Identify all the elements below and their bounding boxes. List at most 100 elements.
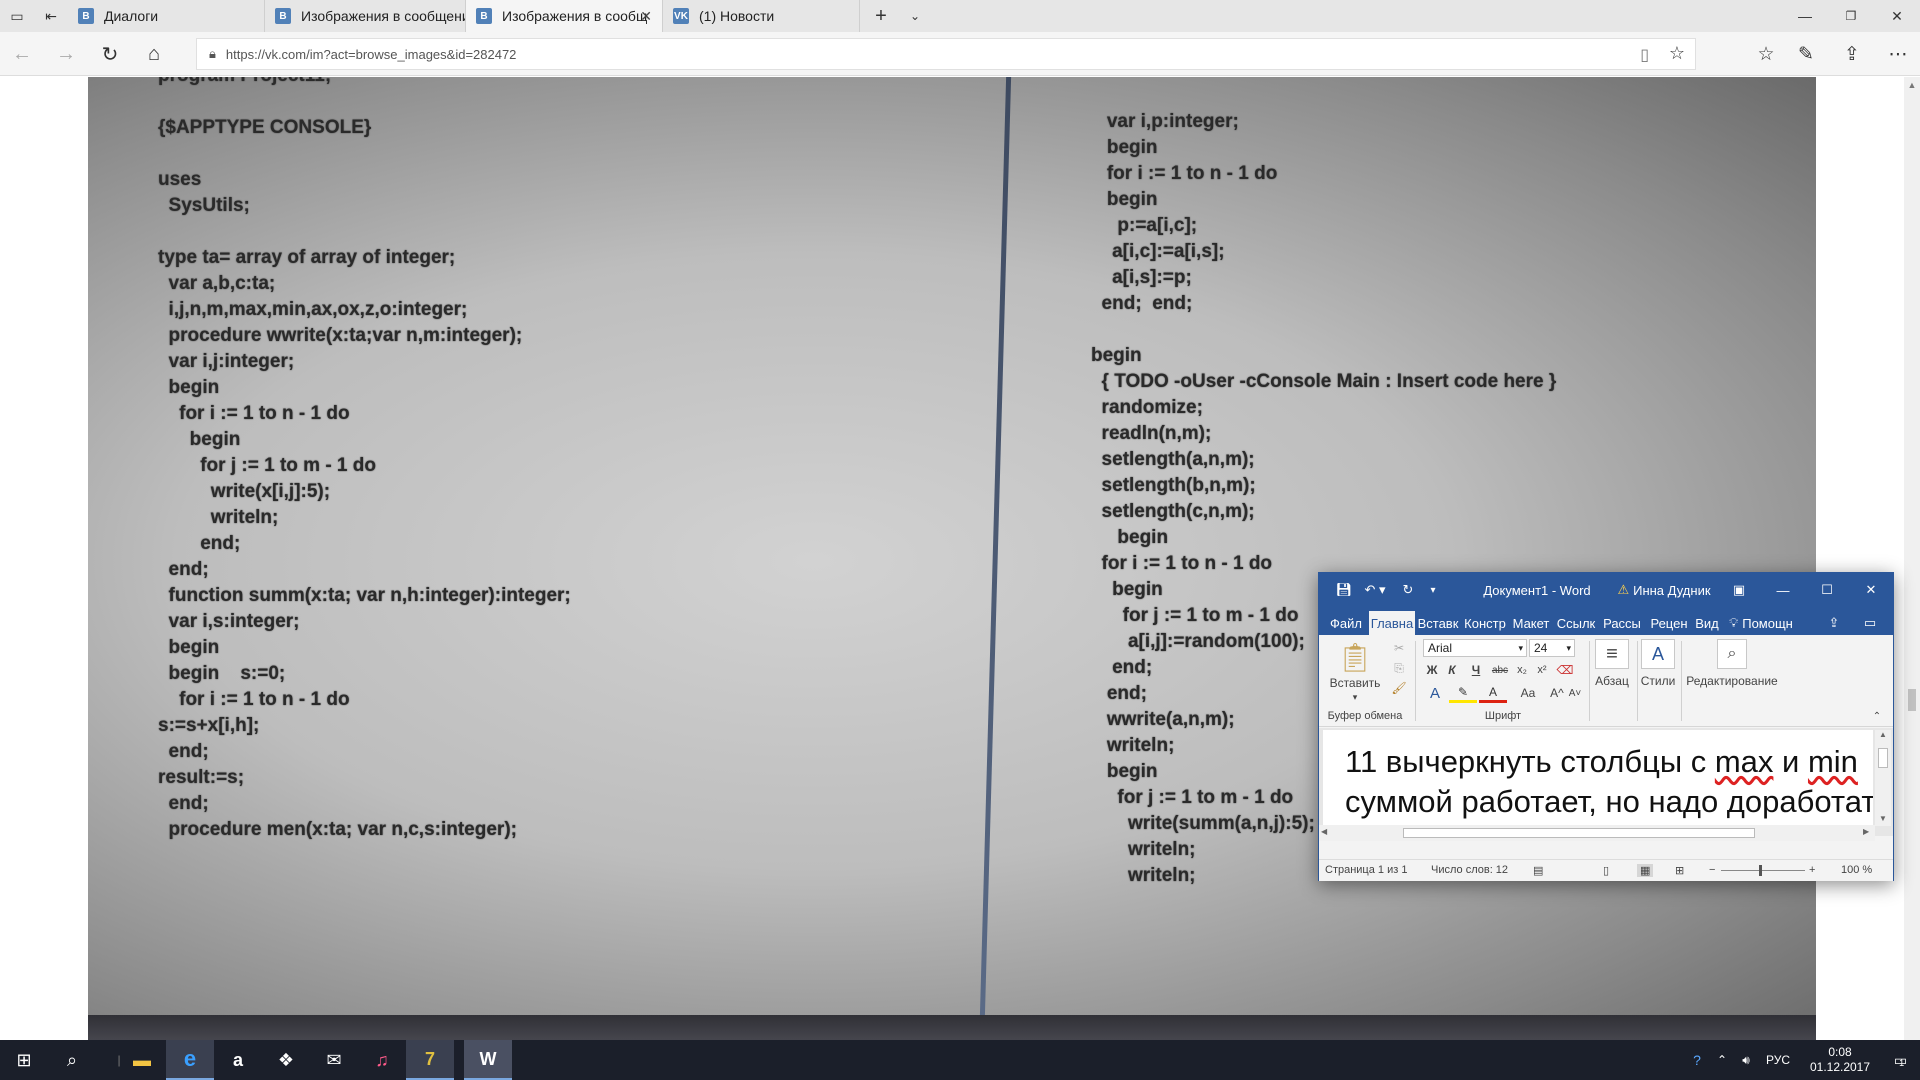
paragraph-button[interactable]: Абзац [1589, 673, 1635, 689]
redo-icon[interactable]: ↻ [1395, 573, 1421, 607]
zoom-out-icon[interactable]: − [1709, 864, 1715, 876]
styles-button[interactable]: Стили [1637, 673, 1679, 689]
input-language[interactable]: РУС [1760, 1040, 1796, 1080]
undo-icon[interactable]: ↶ ▾ [1359, 573, 1391, 607]
show-hidden-icons-chevron[interactable]: ⌃ [1712, 1040, 1732, 1080]
set-aside-tabs-icon[interactable]: ⇤ [34, 0, 68, 32]
font-size-select[interactable]: 24 ▾ [1529, 639, 1575, 657]
share-icon[interactable]: ⇪ [1830, 32, 1874, 76]
font-color-icon[interactable]: A [1479, 683, 1507, 703]
new-tab-icon[interactable]: + [864, 0, 898, 32]
scroll-thumb[interactable] [1908, 689, 1916, 711]
copy-icon[interactable]: ⎘ [1389, 659, 1409, 677]
collapse-ribbon-icon[interactable]: ⌃ [1869, 709, 1885, 723]
home-icon[interactable]: ⌂ [132, 32, 176, 76]
mail-icon[interactable]: ✉ [310, 1040, 358, 1080]
document-area[interactable]: 11 вычеркнуть столбцы с max и min суммой… [1319, 728, 1893, 841]
tab-list-chevron-icon[interactable]: ⌄ [898, 0, 932, 32]
favorite-star-icon[interactable]: ☆ [1669, 43, 1685, 64]
print-layout-icon[interactable]: ▦ [1637, 864, 1654, 877]
scroll-up-arrow-icon[interactable]: ▲ [1877, 730, 1889, 742]
scroll-left-arrow-icon[interactable]: ◀ [1321, 827, 1327, 836]
horizontal-scroll-thumb[interactable] [1403, 828, 1755, 838]
user-account[interactable]: ⚠ Инна Дудник [1611, 573, 1717, 607]
save-icon[interactable]: 💾︎ [1331, 573, 1357, 607]
font-name-select[interactable]: Arial ▾ [1423, 639, 1527, 657]
document-text[interactable]: 11 вычеркнуть столбцы с max и min суммой… [1345, 742, 1873, 822]
zoom-in-icon[interactable]: + [1809, 864, 1815, 876]
itunes-icon[interactable]: ♫ [358, 1040, 406, 1080]
delphi-icon[interactable]: 7 [406, 1040, 454, 1080]
tab-references[interactable]: Ссылк [1553, 611, 1599, 635]
scroll-thumb[interactable] [1878, 748, 1888, 768]
forward-arrow-icon[interactable]: → [44, 32, 88, 76]
editing-button[interactable]: Редактирование [1683, 673, 1781, 689]
minimize-icon[interactable]: — [1782, 0, 1828, 32]
scroll-up-arrow-icon[interactable]: ▲ [1904, 77, 1920, 93]
word-close-icon[interactable]: ✕ [1851, 573, 1891, 607]
proofing-icon[interactable]: ▤ [1533, 864, 1543, 877]
tab-view[interactable]: Вид [1693, 611, 1721, 635]
search-icon[interactable]: ⌕ [48, 1040, 96, 1080]
tab-images-active[interactable]: В Изображения в сообщ ✕ [466, 0, 663, 32]
paste-button[interactable]: Вставить [1323, 675, 1387, 691]
edge-browser-icon[interactable]: e [166, 1040, 214, 1080]
file-explorer-icon[interactable]: ▬ [118, 1040, 166, 1080]
tell-me-box[interactable]: 💡︎ Помощн [1723, 611, 1799, 635]
zoom-slider[interactable] [1721, 870, 1805, 871]
restore-icon[interactable]: ❐ [1828, 0, 1874, 32]
customize-qat-icon[interactable]: ▾ [1423, 573, 1443, 607]
document-horizontal-scrollbar[interactable]: ◀ ▶ [1319, 825, 1875, 841]
web-note-pen-icon[interactable]: ✎ [1784, 32, 1828, 76]
zoom-level[interactable]: 100 % [1841, 864, 1872, 876]
zoom-slider-thumb[interactable] [1759, 865, 1762, 876]
word-taskbar-icon[interactable]: W [464, 1040, 512, 1080]
strikethrough-button[interactable]: abc [1489, 661, 1511, 679]
tab-review[interactable]: Рецен [1645, 611, 1693, 635]
close-window-icon[interactable]: ✕ [1874, 0, 1920, 32]
bold-button[interactable]: Ж [1423, 661, 1441, 679]
page-scrollbar[interactable]: ▲ ▼ [1904, 77, 1920, 1055]
dropbox-icon[interactable]: ❖ [262, 1040, 310, 1080]
tab-design[interactable]: Констр [1461, 611, 1509, 635]
read-mode-icon[interactable]: ▯ [1603, 864, 1609, 877]
clock[interactable]: 0:08 01.12.2017 [1798, 1040, 1882, 1080]
favorites-hub-icon[interactable]: ☆ [1744, 32, 1788, 76]
action-center-icon[interactable]: ▭ 1 [1882, 1040, 1916, 1080]
paste-icon[interactable]: 📋︎ [1327, 639, 1383, 675]
web-layout-icon[interactable]: ⊞ [1675, 864, 1684, 877]
word-count[interactable]: Число слов: 12 [1431, 864, 1508, 876]
help-tray-icon[interactable]: ? [1684, 1040, 1710, 1080]
find-magnifier-icon[interactable]: ⌕ [1717, 639, 1747, 669]
grow-font-button[interactable]: A^ [1549, 683, 1565, 703]
paragraph-icon[interactable]: ≡ [1595, 639, 1629, 669]
volume-icon[interactable]: 🔊︎ [1734, 1040, 1758, 1080]
document-vertical-scrollbar[interactable]: ▲ ▼ [1875, 730, 1891, 826]
document-page[interactable]: 11 вычеркнуть столбцы с max и min суммой… [1323, 730, 1873, 826]
tab-insert[interactable]: Вставк [1415, 611, 1461, 635]
tab-mailings[interactable]: Рассы [1599, 611, 1645, 635]
comments-icon[interactable]: ▭ [1855, 611, 1885, 635]
word-maximize-icon[interactable]: ☐ [1807, 573, 1847, 607]
amazon-icon[interactable]: a [214, 1040, 262, 1080]
paste-dropdown-icon[interactable]: ▾ [1343, 691, 1367, 703]
format-painter-icon[interactable]: 🖌︎ [1389, 679, 1409, 697]
tab-images-1[interactable]: В Изображения в сообщени [265, 0, 466, 32]
back-arrow-icon[interactable]: ← [0, 32, 44, 76]
highlight-icon[interactable]: ✎ [1449, 683, 1477, 703]
tab-preview-icon[interactable]: ▭ [0, 0, 34, 32]
subscript-button[interactable]: x₂ [1513, 661, 1531, 679]
windows-start-icon[interactable]: ⊞ [0, 1040, 48, 1080]
underline-button[interactable]: Ч [1463, 661, 1489, 679]
tab-home[interactable]: Главна [1369, 611, 1415, 635]
more-dots-icon[interactable]: ⋯ [1876, 32, 1920, 76]
change-case-button[interactable]: Aa [1513, 683, 1543, 703]
shrink-font-button[interactable]: A˅ [1567, 683, 1583, 703]
clear-formatting-icon[interactable]: ⌫ [1555, 661, 1575, 679]
cut-icon[interactable]: ✂ [1389, 639, 1409, 657]
reading-view-icon[interactable]: ▯ [1640, 45, 1649, 65]
scroll-down-arrow-icon[interactable]: ▼ [1877, 814, 1889, 826]
share-word-icon[interactable]: ⇪ [1819, 611, 1849, 635]
text-effects-icon[interactable]: A [1423, 683, 1447, 703]
ribbon-display-icon[interactable]: ▣ [1719, 573, 1759, 607]
